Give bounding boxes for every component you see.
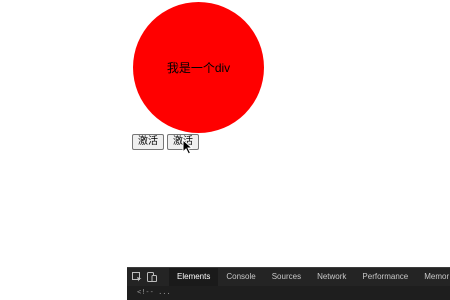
tab-memory[interactable]: Memor — [416, 268, 450, 286]
circle-text: 我是一个div — [166, 61, 231, 75]
tab-performance[interactable]: Performance — [354, 268, 416, 286]
tab-sources[interactable]: Sources — [264, 268, 309, 286]
device-toolbar-icon[interactable] — [147, 271, 157, 283]
inspect-element-icon[interactable] — [132, 271, 142, 283]
mouse-pointer-icon — [182, 139, 194, 155]
activate-button-1[interactable]: 激活 — [132, 134, 164, 150]
tab-elements[interactable]: Elements — [169, 268, 219, 286]
tab-console[interactable]: Console — [218, 268, 263, 286]
devtools-panel: Elements Console Sources Network Perform… — [127, 267, 450, 300]
red-circle-div: 我是一个div — [133, 2, 264, 133]
browser-viewport: 我是一个div 激活 激活 Elements Console — [0, 0, 450, 300]
devtools-toolbar: Elements Console Sources Network Perform… — [127, 268, 450, 286]
html-comment-line[interactable]: <!-- ... — [137, 288, 171, 296]
tab-network[interactable]: Network — [309, 268, 354, 286]
elements-tree: <!-- ... — [127, 286, 450, 300]
